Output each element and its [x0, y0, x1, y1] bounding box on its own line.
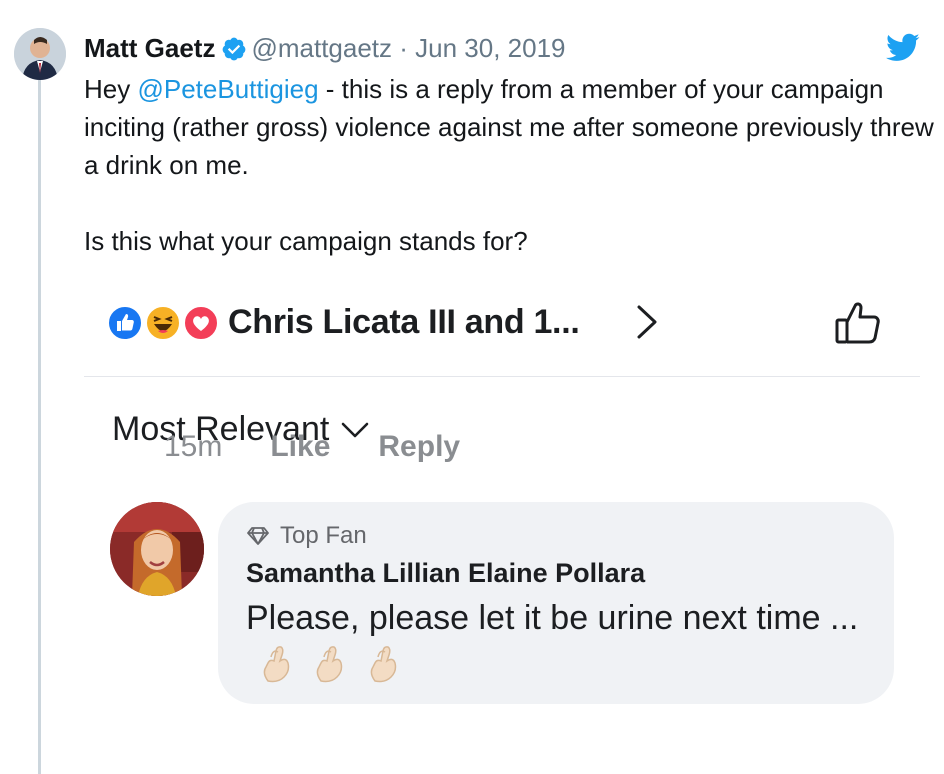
- thumbs-up-icon[interactable]: [832, 296, 884, 348]
- tweet-text-lead: Hey: [84, 74, 138, 104]
- top-fan-badge: Top Fan: [246, 522, 367, 550]
- haha-reaction-icon: [145, 305, 181, 341]
- chevron-right-icon[interactable]: [634, 304, 660, 340]
- comment-text: Please, please let it be urine next time…: [246, 594, 866, 696]
- comment-bubble: Top Fan Samantha Lillian Elaine Pollara …: [218, 502, 894, 704]
- commenter-avatar-image: [110, 502, 204, 596]
- diamond-icon: [247, 527, 269, 545]
- reactors-text[interactable]: Chris Licata III and 1...: [228, 303, 580, 342]
- thread-line: [38, 80, 41, 774]
- tweet-text: Hey @PeteButtigieg - this is a reply fro…: [84, 70, 934, 260]
- reply-button[interactable]: Reply: [378, 430, 460, 464]
- reaction-icons: [106, 302, 222, 342]
- like-button[interactable]: Like: [270, 430, 330, 464]
- mention-link[interactable]: @PeteButtigieg: [137, 74, 318, 104]
- like-reaction-icon: [107, 305, 143, 341]
- commenter-name[interactable]: Samantha Lillian Elaine Pollara: [246, 558, 645, 589]
- comment-body: Please, please let it be urine next time…: [246, 599, 859, 637]
- avatar-image: [14, 28, 66, 80]
- twitter-bird-icon[interactable]: [886, 32, 920, 62]
- crossed-fingers-icon: [263, 646, 290, 683]
- author-name[interactable]: Matt Gaetz: [84, 33, 215, 63]
- handle-and-date[interactable]: @mattgaetz · Jun 30, 2019: [251, 33, 565, 63]
- tweet-header: Matt Gaetz @mattgaetz · Jun 30, 2019: [84, 32, 566, 64]
- crossed-fingers-icon: [370, 646, 397, 683]
- crossed-fingers-emoji-group: [258, 643, 409, 696]
- comment-timestamp[interactable]: 15m: [164, 430, 222, 464]
- reactions-summary[interactable]: Chris Licata III and 1...: [106, 294, 580, 350]
- divider: [84, 376, 920, 377]
- love-reaction-icon: [183, 305, 219, 341]
- tweet-question: Is this what your campaign stands for?: [84, 226, 528, 256]
- top-fan-label: Top Fan: [280, 522, 367, 549]
- verified-badge-icon: [221, 36, 247, 62]
- comment-actions: 15m Like Reply: [164, 430, 460, 464]
- facebook-screenshot: Chris Licata III and 1... Most Relevant: [84, 280, 920, 774]
- commenter-avatar[interactable]: [110, 502, 204, 596]
- author-avatar[interactable]: [14, 28, 66, 80]
- crossed-fingers-icon: [317, 646, 343, 683]
